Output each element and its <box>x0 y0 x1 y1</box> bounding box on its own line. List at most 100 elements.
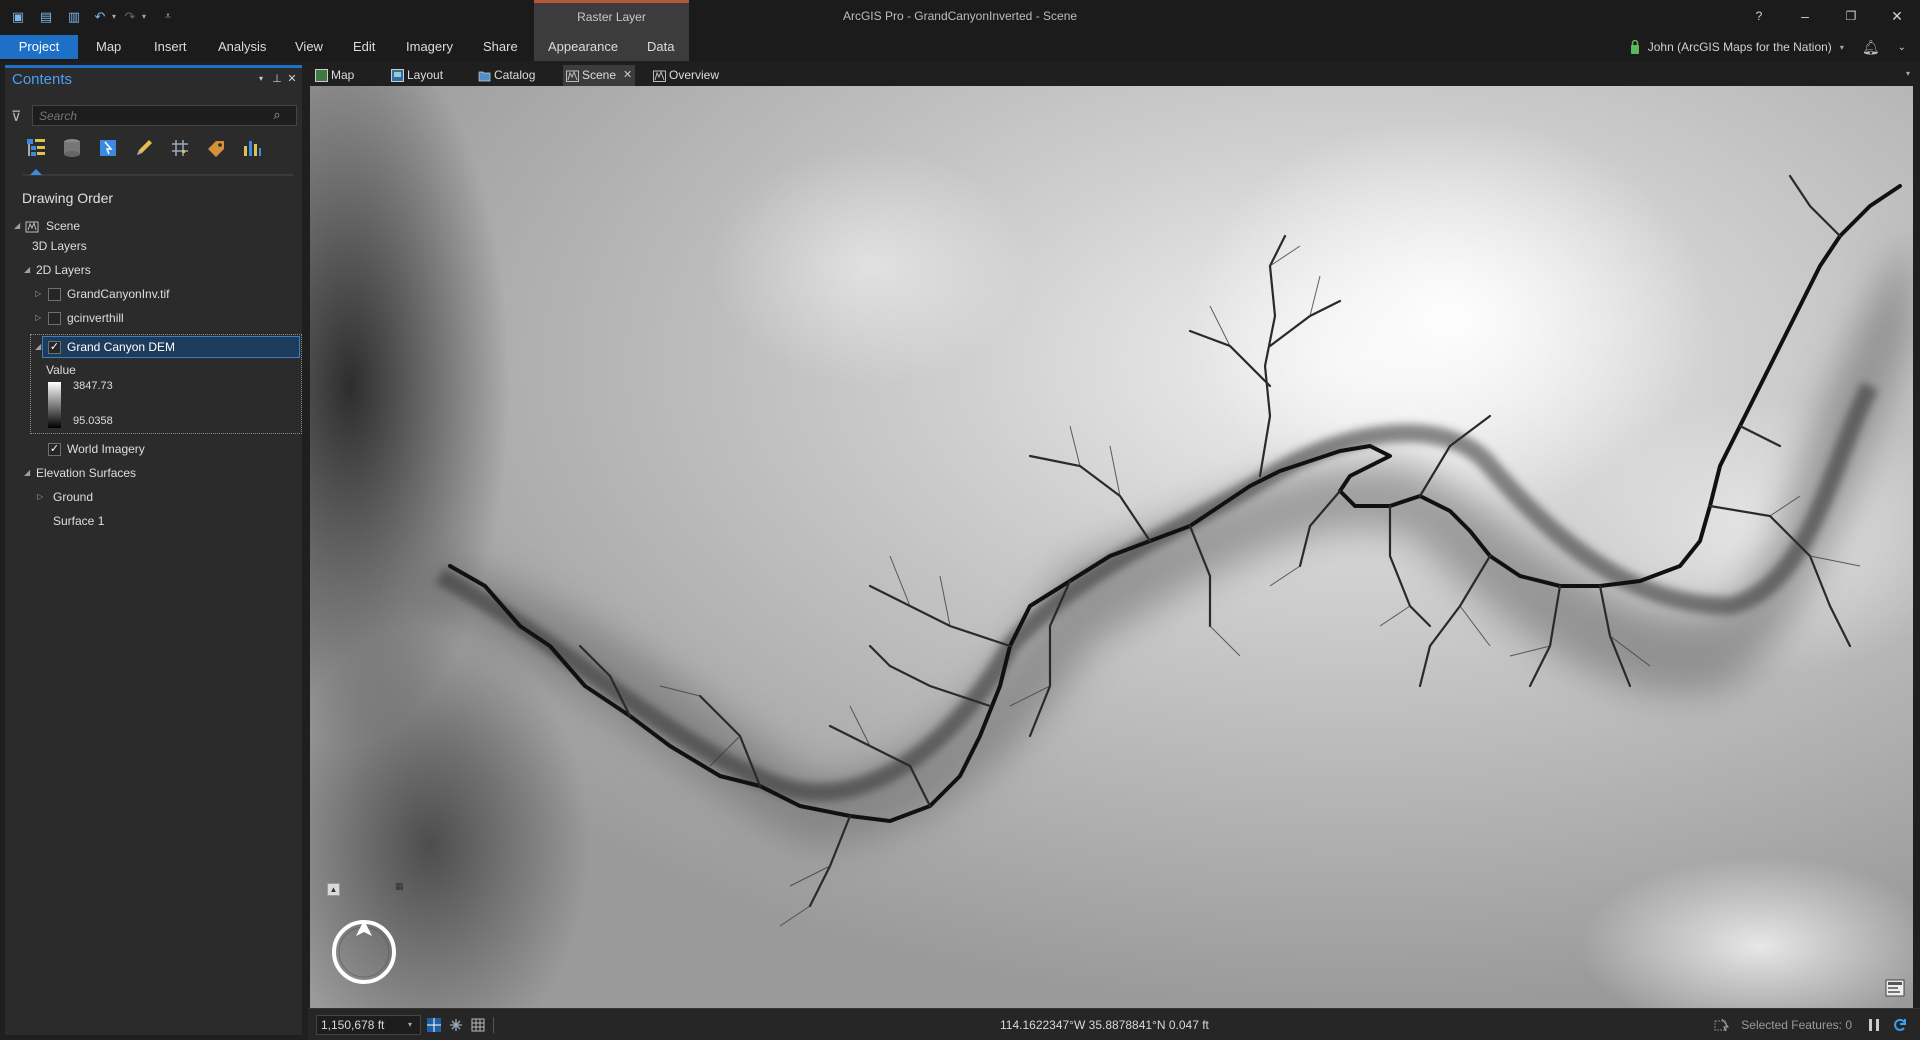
undo-dropdown-icon[interactable]: ▾ <box>106 9 122 25</box>
scene-view[interactable]: ▲ ▦ <box>310 86 1913 1008</box>
save-project-icon[interactable]: ▥ <box>66 9 82 25</box>
table-view-icon[interactable] <box>470 1017 486 1033</box>
tab-project[interactable]: Project <box>0 35 78 59</box>
view-tab-scene[interactable]: Scene ✕ <box>563 65 635 86</box>
list-by-selection-icon[interactable] <box>95 135 121 161</box>
tree-label: gcinverthill <box>67 311 124 325</box>
close-tab-icon[interactable]: ✕ <box>623 65 632 86</box>
tree-item-surface-1[interactable]: Surface 1 <box>53 511 104 531</box>
layer-visibility-checkbox[interactable]: ✓ <box>48 341 61 354</box>
tab-share[interactable]: Share <box>469 35 532 59</box>
pause-drawing-icon[interactable] <box>1866 1017 1882 1033</box>
expand-triangle-icon[interactable]: ◢ <box>14 216 20 236</box>
navigator-expand-button[interactable]: ▲ <box>327 883 340 896</box>
redo-dropdown-icon[interactable]: ▾ <box>136 9 152 25</box>
ribbon-collapse-chevron-icon[interactable]: ⌄ <box>1898 42 1906 53</box>
tab-label: Scene <box>582 68 617 82</box>
tree-item-ground[interactable]: ▷ Ground <box>32 487 298 507</box>
tree-item-layer-grandcanyoninv[interactable]: ▷ GrandCanyonInv.tif <box>32 284 298 304</box>
elevation-raster[interactable] <box>310 86 1913 1008</box>
contents-header: Contents ▾ ⊥ ✕ <box>5 68 302 90</box>
filter-icon[interactable]: ⊽ <box>11 108 21 125</box>
drawing-order-heading: Drawing Order <box>22 190 114 206</box>
minimize-button[interactable]: – <box>1790 6 1820 26</box>
overview-window-icon[interactable] <box>1885 979 1905 997</box>
layer-visibility-checkbox[interactable] <box>48 312 61 325</box>
tab-list-dropdown-icon[interactable]: ▾ <box>1906 69 1910 78</box>
scene-icon <box>25 221 39 233</box>
tree-item-scene[interactable]: ◢ Scene <box>8 216 298 236</box>
tree-item-layer-grand-canyon-dem[interactable]: ◢ ✓ Grand Canyon DEM <box>32 337 298 357</box>
restore-button[interactable]: ❐ <box>1836 6 1866 26</box>
tab-view[interactable]: View <box>281 35 337 59</box>
status-divider <box>493 1017 494 1033</box>
expand-triangle-icon[interactable]: ◢ <box>24 260 30 280</box>
tree-item-layer-gcinverthill[interactable]: ▷ gcinverthill <box>32 308 298 328</box>
tab-data[interactable]: Data <box>633 35 688 59</box>
layer-visibility-checkbox[interactable] <box>48 288 61 301</box>
view-tab-bar: Map Layout Catalog Scene ✕ Overview ▾ <box>308 65 1920 86</box>
tab-insert[interactable]: Insert <box>140 35 201 59</box>
collapsed-triangle-icon[interactable]: ▷ <box>35 308 41 328</box>
close-button[interactable]: ✕ <box>1882 6 1912 26</box>
navigator-options-icon[interactable]: ▦ <box>395 881 406 891</box>
list-by-labeling-icon[interactable] <box>203 135 229 161</box>
contents-search-input[interactable] <box>32 105 297 126</box>
tab-analysis[interactable]: Analysis <box>204 35 280 59</box>
collapsed-triangle-icon[interactable]: ▷ <box>37 487 43 507</box>
pane-close-icon[interactable]: ✕ <box>286 72 298 86</box>
expand-triangle-icon[interactable]: ◢ <box>35 337 41 357</box>
contents-pane: Contents ▾ ⊥ ✕ ⊽ ⌕ Drawing Order <box>5 65 302 1035</box>
collapsed-triangle-icon[interactable]: ▷ <box>35 284 41 304</box>
legend-max-value: 3847.73 <box>73 380 113 392</box>
list-by-editing-icon[interactable] <box>131 135 157 161</box>
pin-icon[interactable]: ⊥ <box>271 72 283 86</box>
open-project-icon[interactable]: ▤ <box>38 9 54 25</box>
new-project-icon[interactable]: ▣ <box>10 9 26 25</box>
tree-item-2d-layers[interactable]: ◢ 2D Layers <box>18 260 298 280</box>
ribbon-tab-bar: Project Map Insert Analysis View Edit Im… <box>0 33 1920 61</box>
user-dropdown-icon: ▾ <box>1839 42 1844 52</box>
scene-tab-icon <box>566 70 579 82</box>
legend-min-value: 95.0358 <box>73 415 113 427</box>
tab-appearance[interactable]: Appearance <box>534 35 632 59</box>
selection-icon <box>1714 1018 1729 1032</box>
view-tab-map[interactable]: Map <box>312 65 362 86</box>
view-tab-catalog[interactable]: Catalog <box>475 65 543 86</box>
notifications-bell-icon[interactable]: 🔔︎ <box>1862 39 1880 56</box>
tab-edit[interactable]: Edit <box>339 35 389 59</box>
contextual-tab-group-raster-layer: Raster Layer <box>534 0 689 33</box>
layer-visibility-checkbox[interactable]: ✓ <box>48 443 61 456</box>
tab-label: Map <box>331 68 355 82</box>
tree-item-3d-layers[interactable]: 3D Layers <box>32 236 87 256</box>
contents-title: Contents <box>12 70 73 88</box>
navigation-mode-icon[interactable] <box>448 1017 464 1033</box>
layout-tab-icon <box>391 69 404 82</box>
grid-extent-icon[interactable] <box>426 1017 442 1033</box>
contents-view-toolbar <box>23 135 265 161</box>
list-charts-icon[interactable] <box>239 135 265 161</box>
refresh-icon[interactable] <box>1892 1017 1908 1033</box>
view-tab-layout[interactable]: Layout <box>388 65 451 86</box>
list-by-data-source-icon[interactable] <box>59 135 85 161</box>
tab-imagery[interactable]: Imagery <box>392 35 467 59</box>
active-view-indicator <box>30 169 42 175</box>
expand-triangle-icon[interactable]: ◢ <box>24 463 30 483</box>
status-bar: 1,150,678 ft ▾ 114.1622347°W 35.8878841°… <box>308 1008 1920 1040</box>
tab-map[interactable]: Map <box>82 35 135 59</box>
tree-item-elevation-surfaces[interactable]: ◢ Elevation Surfaces <box>18 463 298 483</box>
navigator-compass-icon[interactable] <box>328 916 400 988</box>
help-button[interactable]: ? <box>1744 6 1774 26</box>
tree-item-layer-world-imagery[interactable]: ✓ World Imagery <box>32 439 298 459</box>
scale-dropdown-icon[interactable]: ▾ <box>403 1015 417 1033</box>
user-account[interactable]: John (ArcGIS Maps for the Nation) ▾ 🔔︎ ⌄ <box>1630 37 1906 57</box>
list-by-snapping-icon[interactable] <box>167 135 193 161</box>
pane-options-dropdown-icon[interactable]: ▾ <box>255 72 267 86</box>
search-icon[interactable]: ⌕ <box>268 106 286 124</box>
view-tab-overview[interactable]: Overview <box>650 65 727 86</box>
title-bar: ▣ ▤ ▥ ↶ ▾ ↷ ▾ ⩡ Raster Layer ArcGIS Pro … <box>0 0 1920 33</box>
user-name: John (ArcGIS Maps for the Nation) <box>1647 40 1832 54</box>
list-by-drawing-order-icon[interactable] <box>23 135 49 161</box>
window-title: ArcGIS Pro - GrandCanyonInverted - Scene <box>842 9 1078 23</box>
customize-toolbar-icon[interactable]: ⩡ <box>160 9 176 25</box>
